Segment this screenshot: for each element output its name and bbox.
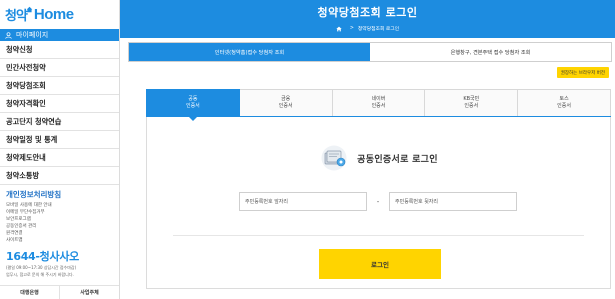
- footer-link-email[interactable]: 이메일 무단수집거부: [6, 209, 113, 216]
- tab-financial-line2: 인증서: [278, 103, 293, 109]
- home-icon[interactable]: [336, 26, 342, 32]
- tab-kb-line1: KB국민: [463, 96, 480, 102]
- footer-link-cert[interactable]: 공동인증서 관리: [6, 223, 113, 230]
- tab-financial-line1: 금융: [281, 96, 291, 102]
- sidebar-bottom-links: 대행은행 사업주체: [0, 285, 119, 299]
- logo-text-kor: 청약: [5, 8, 28, 24]
- tab-toss-certificate[interactable]: 토스 인증서: [518, 89, 611, 116]
- user-icon: [5, 31, 12, 39]
- divider: [173, 235, 584, 236]
- footer-link-security[interactable]: 보안프로그램: [6, 216, 113, 223]
- browser-version-badge[interactable]: 권장하는 브라우저 버전: [556, 67, 609, 78]
- call-center-hours: (평일 09:00~17:30 상담시간 접수마감): [6, 265, 77, 270]
- call-center: 1644-청사사오 (평일 09:00~17:30 상담시간 접수마감) 업무시…: [0, 244, 119, 278]
- business-entity-link[interactable]: 사업주체: [60, 286, 119, 299]
- main-content: 청약당첨조회 로그인 > 청약당첨조회 로그인 인터넷(청약홈)접수 당첨자 조…: [120, 0, 615, 299]
- footer-link-sitemap[interactable]: 사이트맵: [6, 237, 113, 244]
- agent-bank-link[interactable]: 대행은행: [0, 286, 60, 299]
- sidebar-item-apply[interactable]: 청약신청: [0, 41, 119, 59]
- sidebar-item-communication[interactable]: 청약소통방: [0, 167, 119, 185]
- logo-text-eng: Home: [33, 5, 74, 23]
- footer-link-mobile[interactable]: 모바일 사용에 대한 안내: [6, 202, 113, 209]
- tab-internet-winners[interactable]: 인터넷(청약홈)접수 당첨자 조회: [129, 43, 370, 61]
- sidebar-item-schedule-stats[interactable]: 청약일정 및 통계: [0, 131, 119, 149]
- mypage-label: 마이페이지: [16, 31, 49, 39]
- sidebar: 청약 Home 마이페이지 청약신청 민간사전청약 청약당첨조회 청약자격확인 …: [0, 0, 120, 299]
- breadcrumb: > 청약당첨조회 로그인: [120, 25, 615, 32]
- sidebar-item-eligibility-check[interactable]: 청약자격확인: [0, 95, 119, 113]
- tab-financial-certificate[interactable]: 금융 인증서: [239, 89, 333, 116]
- privacy-policy-link[interactable]: 개인정보처리방침: [6, 189, 113, 200]
- sidebar-item-winner-lookup[interactable]: 청약당첨조회: [0, 77, 119, 95]
- breadcrumb-separator: >: [349, 26, 354, 31]
- call-center-number: 1644-청사사오: [6, 250, 79, 263]
- sidebar-item-private-pre-subscription[interactable]: 민간사전청약: [0, 59, 119, 77]
- tab-kb-line2: 인증서: [464, 103, 479, 109]
- house-logo-icon: [26, 6, 33, 12]
- tab-bank-winners[interactable]: 은행창구, 견본주택 접수 당첨자 조회: [370, 43, 611, 61]
- sidebar-item-practice[interactable]: 공고단지 청약연습: [0, 113, 119, 131]
- page-banner: 청약당첨조회 로그인 > 청약당첨조회 로그인: [120, 0, 615, 38]
- footer-link-remote[interactable]: 원격연결: [6, 230, 113, 237]
- rrn-dash: -: [376, 197, 380, 206]
- call-center-note: 업무시, 점고로 문의 해 주시기 바랍니다.: [6, 272, 74, 277]
- tab-naver-line2: 인증서: [371, 103, 386, 109]
- certificate-icon: [321, 145, 347, 171]
- certificate-tabs: 공동 인증서 금융 인증서 네이버 인증서 KB국민 인증서 토스 인증서: [146, 89, 611, 121]
- tab-joint-line2: 인증서: [185, 103, 200, 109]
- mypage-button[interactable]: 마이페이지: [0, 29, 119, 41]
- sidebar-item-system-guide[interactable]: 청약제도안내: [0, 149, 119, 167]
- rrn-front-input[interactable]: [239, 192, 367, 211]
- tab-joint-certificate[interactable]: 공동 인증서: [146, 89, 240, 121]
- login-heading: 공동인증서로 로그인: [357, 154, 438, 165]
- tab-naver-certificate[interactable]: 네이버 인증서: [332, 89, 426, 116]
- lookup-type-tabs: 인터넷(청약홈)접수 당첨자 조회 은행창구, 견본주택 접수 당첨자 조회: [128, 42, 612, 62]
- rrn-fields: -: [239, 192, 517, 211]
- page-title: 청약당첨조회 로그인: [317, 6, 418, 19]
- login-panel: 공동인증서로 로그인 - 로그인: [146, 117, 611, 289]
- tab-naver-line1: 네이버: [371, 96, 386, 102]
- login-button[interactable]: 로그인: [319, 249, 441, 279]
- tab-toss-line1: 토스: [559, 96, 569, 102]
- login-heading-row: 공동인증서로 로그인: [147, 145, 610, 171]
- privacy-section: 개인정보처리방침 모바일 사용에 대한 안내 이메일 무단수집거부 보안프로그램…: [0, 185, 119, 244]
- breadcrumb-current: 청약당첨조회 로그인: [357, 27, 400, 32]
- tab-kb-certificate[interactable]: KB국민 인증서: [425, 89, 519, 116]
- sidebar-menu: 청약신청 민간사전청약 청약당첨조회 청약자격확인 공고단지 청약연습 청약일정…: [0, 41, 119, 185]
- tab-joint-line1: 공동: [188, 96, 198, 102]
- rrn-back-input[interactable]: [389, 192, 517, 211]
- site-logo[interactable]: 청약 Home: [0, 0, 119, 28]
- tab-toss-line2: 인증서: [557, 103, 571, 109]
